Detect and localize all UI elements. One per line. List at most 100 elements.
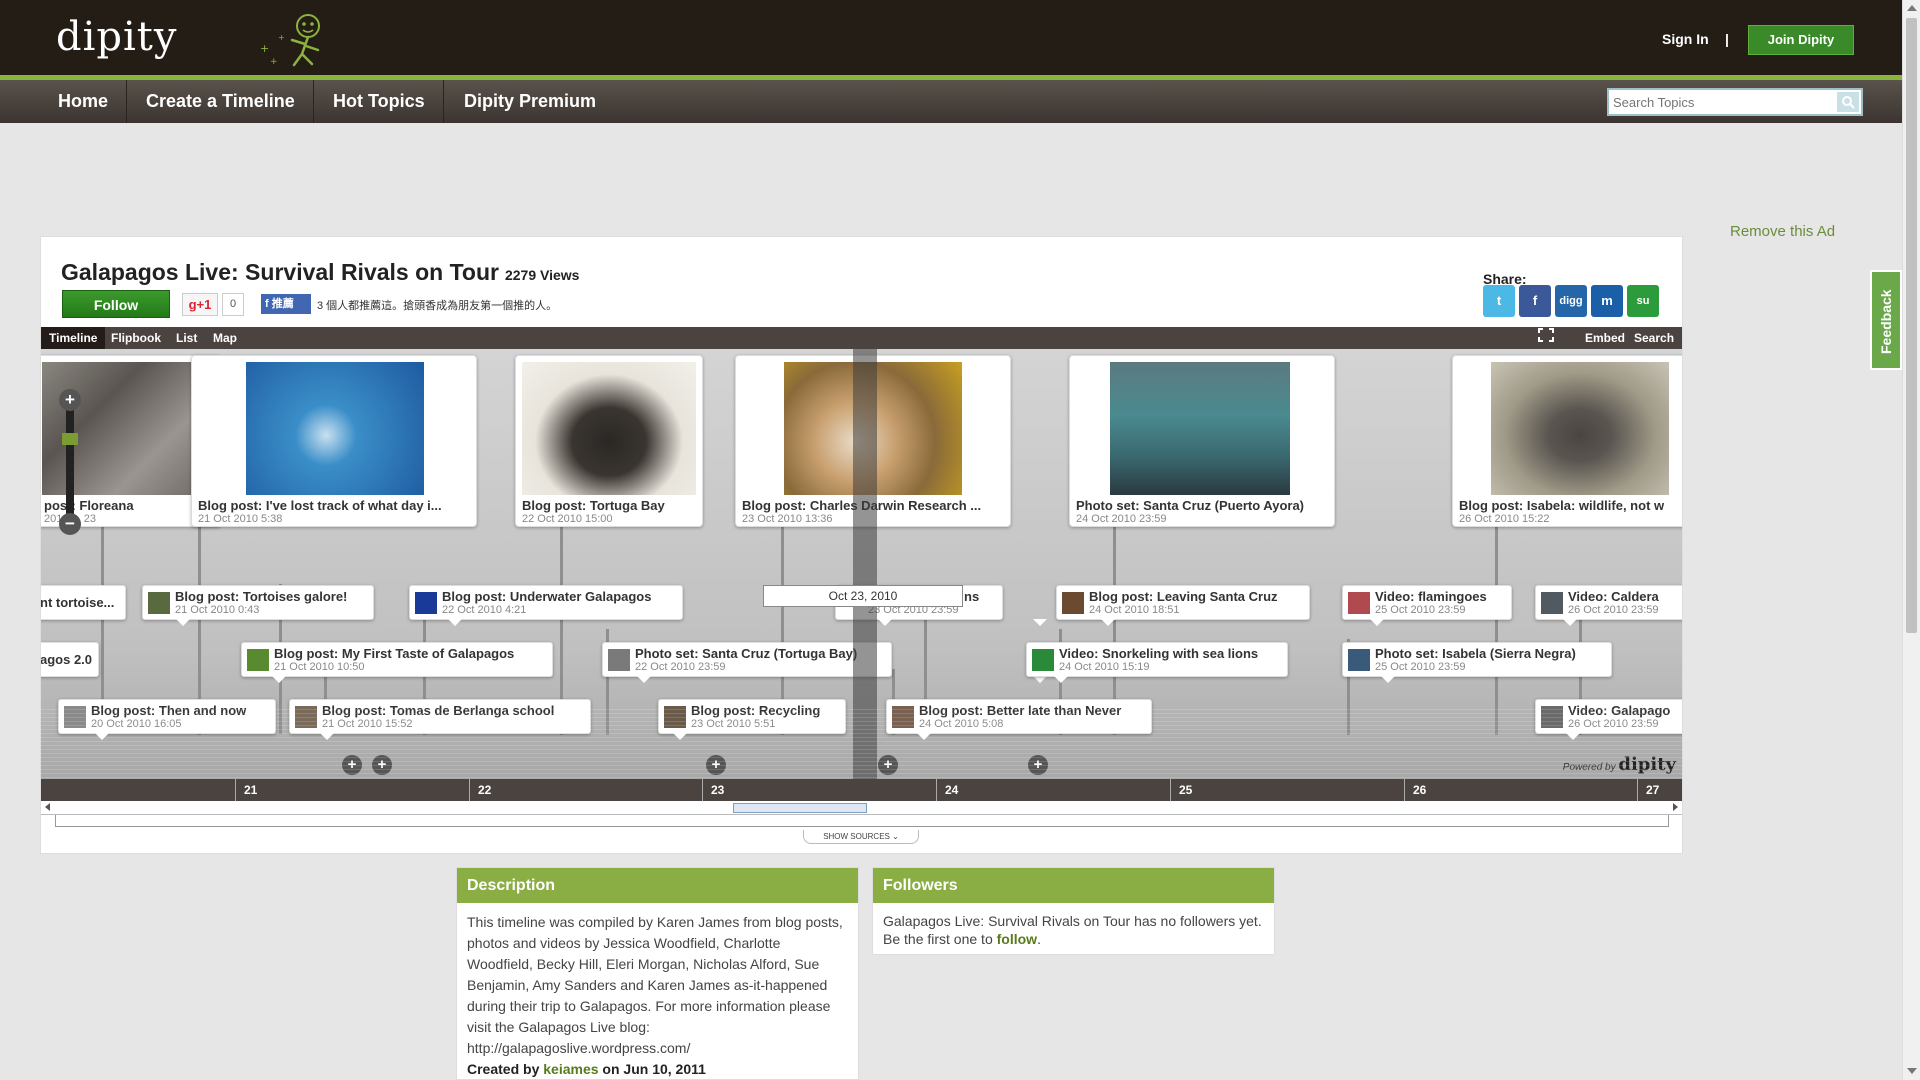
digg-icon[interactable]: digg [1555,285,1587,317]
date-axis: 21 22 23 24 25 26 27 [41,779,1682,801]
card-title: Blog post: Tortuga Bay [522,498,665,513]
google-plus-count: 0 [222,293,244,316]
date-cursor[interactable] [853,349,877,779]
search-topics-input[interactable] [1613,92,1833,112]
scroll-down-icon[interactable] [1907,1068,1917,1074]
tab-flipbook[interactable]: Flipbook [103,327,169,349]
card-date: 26 Oct 2010 15:22 [1459,513,1550,525]
event-thumbnail [1348,649,1370,671]
myspace-icon[interactable]: m [1591,285,1623,317]
nav-create-timeline[interactable]: Create a Timeline [128,80,314,123]
page-scrollbar[interactable] [1902,0,1920,1080]
timeline-event[interactable]: Blog post: Tomas de Berlanga school 21 O… [289,699,591,740]
event-title: Blog post: Recycling [691,703,821,718]
facebook-icon[interactable]: f [1519,285,1551,317]
expand-cluster-button[interactable]: + [1028,755,1048,775]
nav-hot-topics[interactable]: Hot Topics [315,80,444,123]
fullscreen-button[interactable] [1529,327,1563,349]
timeline-event[interactable]: Blog post: Better late than Never 24 Oct… [886,699,1152,740]
timeline-card[interactable]: Blog post: Tortuga Bay 22 Oct 2010 15:00 [515,355,703,527]
card-photo [522,362,696,495]
timeline-event[interactable]: Video: Snorkeling with sea lions 24 Oct … [1026,642,1288,683]
show-sources-button[interactable]: SHOW SOURCES ⌄ [803,830,919,844]
tab-list[interactable]: List [168,327,205,349]
google-plus-button[interactable]: g+1 [182,293,218,316]
tab-search[interactable]: Search [1626,327,1682,349]
timeline-scrollbar[interactable] [41,801,1682,815]
card-title: Blog post: Isabela: wildlife, not w [1459,498,1665,513]
timeline-event[interactable]: Video: Galapago 26 Oct 2010 23:59 [1535,699,1682,740]
description-text: This timeline was compiled by Karen Jame… [467,914,843,1056]
feedback-tab[interactable]: Feedback [1870,270,1902,370]
timeline-event[interactable]: nt tortoise... [41,585,1047,626]
timeline-event[interactable]: Photo set: Santa Cruz (Tortuga Bay) 22 O… [602,642,892,683]
zoom-track[interactable] [66,405,74,519]
timeline-event[interactable]: Blog post: Leaving Santa Cruz 24 Oct 201… [1056,585,1310,626]
zoom-in-icon[interactable]: + [59,389,81,411]
chevron-down-icon: ⌄ [892,832,899,841]
expand-cluster-button[interactable]: + [342,755,362,775]
stumbleupon-icon[interactable]: su [1627,285,1659,317]
follow-link[interactable]: follow [997,931,1037,947]
event-thumbnail [1541,706,1563,728]
expand-cluster-button[interactable]: + [706,755,726,775]
description-heading: Description [457,868,858,903]
event-thumbnail [295,706,317,728]
zoom-out-icon[interactable]: − [59,513,81,535]
join-dipity-button[interactable]: Join Dipity [1748,25,1854,55]
event-thumbnail [1062,592,1084,614]
scroll-up-icon[interactable] [1907,5,1917,11]
event-thumbnail [1348,592,1370,614]
expand-cluster-button[interactable]: + [878,755,898,775]
event-thumbnail [1032,649,1054,671]
timeline-canvas[interactable]: post: Floreana 2010 ... 23 Blog post: I'… [41,349,1682,779]
timeline-card[interactable]: Blog post: Isabela: wildlife, not w 26 O… [1452,355,1682,527]
twitter-icon[interactable]: t [1483,285,1515,317]
timeline-event[interactable]: Blog post: Recycling 23 Oct 2010 5:51 [658,699,846,740]
timeline-event[interactable]: Blog post: Tortoises galore! 21 Oct 2010… [142,585,374,626]
axis-tick: 25 [1170,779,1192,801]
event-thumbnail [148,592,170,614]
axis-tick: 24 [936,779,958,801]
powered-by-brand: dipity [1618,754,1676,775]
remove-ad-link[interactable]: Remove this Ad [1730,223,1835,240]
follow-button[interactable]: Follow [62,290,170,318]
timeline-event[interactable]: Blog post: Then and now 20 Oct 2010 16:0… [58,699,276,740]
tab-map[interactable]: Map [205,327,245,349]
scroll-left-icon[interactable] [45,803,50,811]
expand-cluster-button[interactable]: + [372,755,392,775]
scroll-right-icon[interactable] [1673,803,1678,811]
powered-by-logo[interactable]: Powered by dipity [1563,754,1676,775]
sign-in-link[interactable]: Sign In [1662,31,1709,47]
nav-home[interactable]: Home [40,80,128,123]
event-title: Video: Caldera [1568,589,1659,604]
event-thumbnail [64,706,86,728]
dipity-logo[interactable]: dipity + + + [56,10,320,67]
timeline-event[interactable]: Video: flamingoes 25 Oct 2010 23:59 [1342,585,1512,626]
card-photo [1110,362,1290,495]
timeline-event[interactable]: agos 2.0 [41,642,1047,683]
feedback-label: Feedback [1878,289,1894,354]
event-title: Blog post: My First Taste of Galapagos [274,646,515,661]
card-date: 24 Oct 2010 23:59 [1076,513,1167,525]
creator-link[interactable]: keiames [543,1061,598,1077]
timeline-event[interactable]: Blog post: My First Taste of Galapagos 2… [241,642,553,683]
description-box: Description This timeline was compiled b… [456,867,859,1080]
timeline-event[interactable]: Photo set: Isabela (Sierra Negra) 25 Oct… [1342,642,1612,683]
event-thumbnail [247,649,269,671]
timeline-card[interactable]: Photo set: Santa Cruz (Puerto Ayora) 24 … [1069,355,1335,527]
nav-dipity-premium[interactable]: Dipity Premium [446,80,614,123]
event-date: 21 Oct 2010 10:50 [274,661,365,673]
timeline-card[interactable]: Blog post: I've lost track of what day i… [191,355,477,527]
timeline-scroll-thumb[interactable] [733,803,867,813]
timeline-event[interactable]: Blog post: Underwater Galapagos 22 Oct 2… [409,585,683,626]
timeline-panel: Galapagos Live: Survival Rivals on Tour 2… [40,236,1683,854]
timeline-event[interactable]: Video: Caldera 26 Oct 2010 23:59 [1535,585,1682,626]
powered-by-text: Powered by [1562,762,1616,773]
tab-embed[interactable]: Embed [1577,327,1633,349]
facebook-recommend-button[interactable]: f 推薦 [261,294,311,314]
tab-timeline[interactable]: Timeline [41,327,106,349]
zoom-slider-thumb[interactable] [62,433,78,445]
scroll-thumb[interactable] [1906,18,1917,633]
search-button[interactable] [1837,92,1859,112]
